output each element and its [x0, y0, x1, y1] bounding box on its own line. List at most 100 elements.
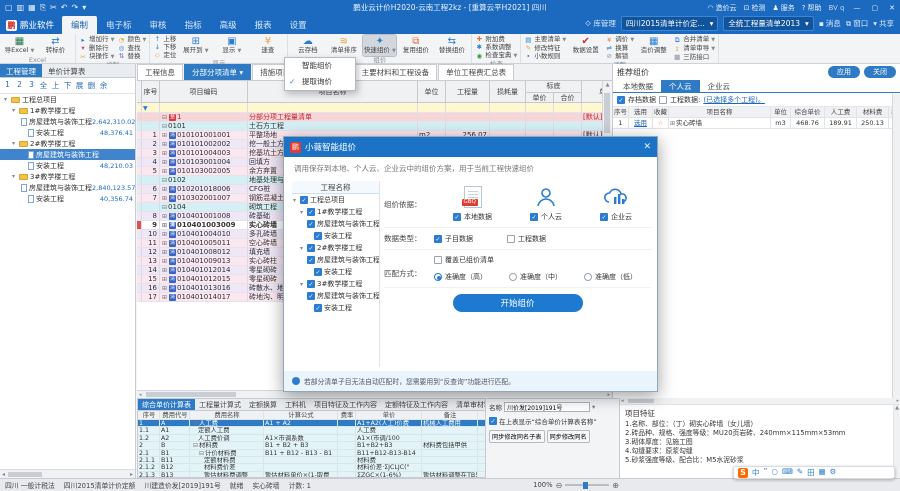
filter-row[interactable]: ▼: [137, 103, 602, 113]
ribbon-button-替换组价[interactable]: ⇆替换组价: [435, 35, 468, 55]
recommend-tab-本地数据[interactable]: 本地数据: [615, 80, 661, 92]
ribbon-button-数据设置[interactable]: ✔数据设置: [569, 35, 602, 55]
bottom-tab-项目特征及工作内容[interactable]: 项目特征及工作内容: [310, 399, 381, 410]
dialog-tree-item[interactable]: ▾✓1#教学楼工程: [292, 206, 379, 218]
dialog-tree-item[interactable]: ✓安装工程: [292, 302, 379, 314]
quota-select[interactable]: 四川2015清单计价定...▾: [621, 16, 719, 31]
ribbon-button-造价调整[interactable]: ▦造价调整: [637, 35, 670, 55]
tree-checkbox[interactable]: ✓: [314, 268, 322, 276]
new-file-icon[interactable]: ▢: [5, 3, 13, 13]
apply-button[interactable]: 应用: [828, 66, 860, 78]
ribbon-button-换算[interactable]: ⇌换算: [605, 45, 634, 52]
accuracy-radio-准确度（中）[interactable]: [509, 273, 517, 281]
ribbon-button-替换[interactable]: ⇅替换: [117, 53, 146, 60]
tree-checkbox[interactable]: ✓: [314, 304, 322, 312]
personal-cloud-checkbox[interactable]: ✓: [530, 213, 538, 221]
zoom-in-icon[interactable]: ⊕: [612, 481, 619, 490]
dialog-tree-item[interactable]: ✓安装工程: [292, 266, 379, 278]
dialog-tree-item[interactable]: ✓房屋建筑与装饰工程: [292, 254, 379, 266]
project-data-checkbox[interactable]: [659, 96, 667, 104]
ribbon-button-导Excel[interactable]: ▦导Excel ▼: [3, 35, 36, 56]
ribbon-button-附加费[interactable]: ✚附加费: [475, 36, 517, 43]
tree-item[interactable]: 安装工程48,210.03: [0, 160, 135, 171]
calc-name-input[interactable]: [504, 402, 590, 412]
open-file-icon[interactable]: ▥: [17, 3, 25, 13]
bottom-tab-清单审材料[interactable]: 清单审材料: [452, 399, 486, 410]
tree-item[interactable]: 安装工程48,376.41: [0, 127, 135, 138]
ribbon-button-删除行[interactable]: ▾删除行: [79, 45, 114, 52]
enterprise-cloud-checkbox[interactable]: ✓: [600, 213, 608, 221]
cut-icon[interactable]: ✂: [50, 3, 57, 13]
tree-tool-全[interactable]: 全: [38, 80, 49, 91]
ribbon-button-系数调整[interactable]: ✱系数调整: [475, 44, 517, 51]
menu-item-智能组价[interactable]: 智能组价: [285, 58, 355, 74]
tree-checkbox[interactable]: ✓: [307, 256, 315, 264]
cost-row[interactable]: 1.1A1定额人工费人工费: [138, 427, 485, 434]
more-icon[interactable]: ▾: [82, 3, 86, 13]
ribbon-button-三防接口[interactable]: ▩三防接口: [673, 54, 715, 61]
dialog-tree-item[interactable]: ▾✓2#教学楼工程: [292, 242, 379, 254]
ribbon-button-颜色[interactable]: ◔颜色 ▼: [117, 36, 146, 44]
zoom-out-icon[interactable]: ⊖: [556, 481, 563, 490]
cost-row[interactable]: 1.2A2人工费价调A1×市调系数A1×(市调/100: [138, 435, 485, 442]
cost-row[interactable]: 2.1.2B12材料费价差材料价差·ΣJCLJC(": [138, 464, 485, 471]
sogou-logo-icon[interactable]: S: [738, 468, 748, 478]
recommend-tab-企业云[interactable]: 企业云: [700, 80, 739, 92]
left-panel-hscrollbar[interactable]: ◂▸: [0, 469, 135, 478]
main-tab-分部分项清单[interactable]: 分部分项清单 ▾: [184, 64, 251, 80]
tree-tool-删[interactable]: 删: [86, 80, 97, 91]
tree-tool-下[interactable]: 下: [62, 80, 73, 91]
maximize-button[interactable]: ▢: [870, 4, 881, 12]
bottom-tab-综合单价计算表[interactable]: 综合单价计算表: [138, 399, 195, 410]
tree-checkbox[interactable]: ✓: [307, 280, 315, 288]
sync-same-name-button[interactable]: 同步修改同名: [547, 430, 590, 443]
tree-item[interactable]: 房屋建筑与装饰工程2,642,310.02: [0, 116, 135, 127]
favorite-star-icon[interactable]: ☆: [653, 118, 669, 128]
close-button[interactable]: ✕: [887, 4, 897, 12]
ribbon-tab-高级[interactable]: 高级: [211, 16, 246, 34]
ribbon-button-块操作[interactable]: ✂块操作 ▼: [79, 53, 114, 61]
ribbon-button-定位[interactable]: ◇定位: [153, 52, 176, 59]
message-button[interactable]: ▪消息: [819, 18, 841, 29]
tree-checkbox[interactable]: ✓: [307, 244, 315, 252]
list-standard-select[interactable]: 全统工程量清单2013▾: [723, 16, 813, 31]
recommend-row[interactable]: 1选用☆⊞实心砖墙m3468.76189.91250.131: [613, 118, 900, 129]
archive-data-checkbox[interactable]: ✓: [617, 96, 625, 104]
ribbon-button-下移[interactable]: ↓下移: [153, 44, 176, 51]
tree-checkbox[interactable]: ✓: [307, 220, 315, 228]
ribbon-button-速查[interactable]: ¥速查: [251, 35, 284, 55]
ribbon-tab-设置[interactable]: 设置: [281, 16, 316, 34]
recommend-tab-个人云[interactable]: 个人云: [661, 80, 700, 92]
library-button[interactable]: ⟐ 库管理: [585, 18, 616, 29]
dialog-tree-item[interactable]: ▾✓工程总项目: [292, 194, 379, 206]
main-tab-单位工程费汇总表[interactable]: 单位工程费汇总表: [438, 64, 514, 80]
customer-service-button[interactable]: ♟服务: [772, 3, 794, 13]
ribbon-tab-编制[interactable]: 编制: [62, 16, 97, 34]
save-icon[interactable]: ▦: [28, 3, 36, 13]
ime-icon[interactable]: ✎: [797, 467, 803, 478]
feature-hscrollbar[interactable]: ◂▸: [620, 398, 900, 405]
bottom-tab-定额换算[interactable]: 定额换算: [245, 399, 281, 410]
use-link[interactable]: 选用: [634, 119, 647, 127]
ribbon-button-转标价[interactable]: ⇄转标价: [39, 35, 72, 55]
datatype-checkbox-子目数据[interactable]: ✓: [434, 235, 442, 243]
ribbon-tab-审核[interactable]: 审核: [141, 16, 176, 34]
tree-tool-3[interactable]: 3: [26, 80, 37, 91]
table-row-group[interactable]: ⊟整1分部分项工程量清单[默认]18.建: [137, 113, 602, 122]
ribbon-button-清单审导[interactable]: ⇪清单审导 ▼: [673, 45, 715, 53]
recommend-vscrollbar[interactable]: [892, 94, 900, 398]
close-panel-button[interactable]: 关闭: [864, 66, 896, 78]
dialog-tree-item[interactable]: ✓安装工程: [292, 230, 379, 242]
table-row-section[interactable]: ⊟0101土石方工程: [137, 122, 602, 131]
undo-icon[interactable]: ↶: [61, 3, 68, 13]
ribbon-button-合并清单[interactable]: ⧉合并清单 ▼: [673, 36, 715, 44]
tree-item[interactable]: ▾工程总项目: [0, 94, 135, 105]
zoom-slider[interactable]: [565, 484, 609, 486]
left-tab-工程管理[interactable]: 工程管理: [0, 64, 42, 77]
ime-icon[interactable]: ○: [771, 467, 778, 478]
print-icon[interactable]: ⎘: [40, 3, 46, 13]
tree-item[interactable]: ▾1#教学楼工程: [0, 105, 135, 116]
accuracy-radio-准确度（高）[interactable]: [434, 273, 442, 281]
left-tab-单价计算表[interactable]: 单价计算表: [42, 64, 92, 77]
cost-row[interactable]: 1A⊟人工费A1 + A2A1+A2(人工)价费机械人工费用: [138, 420, 485, 427]
